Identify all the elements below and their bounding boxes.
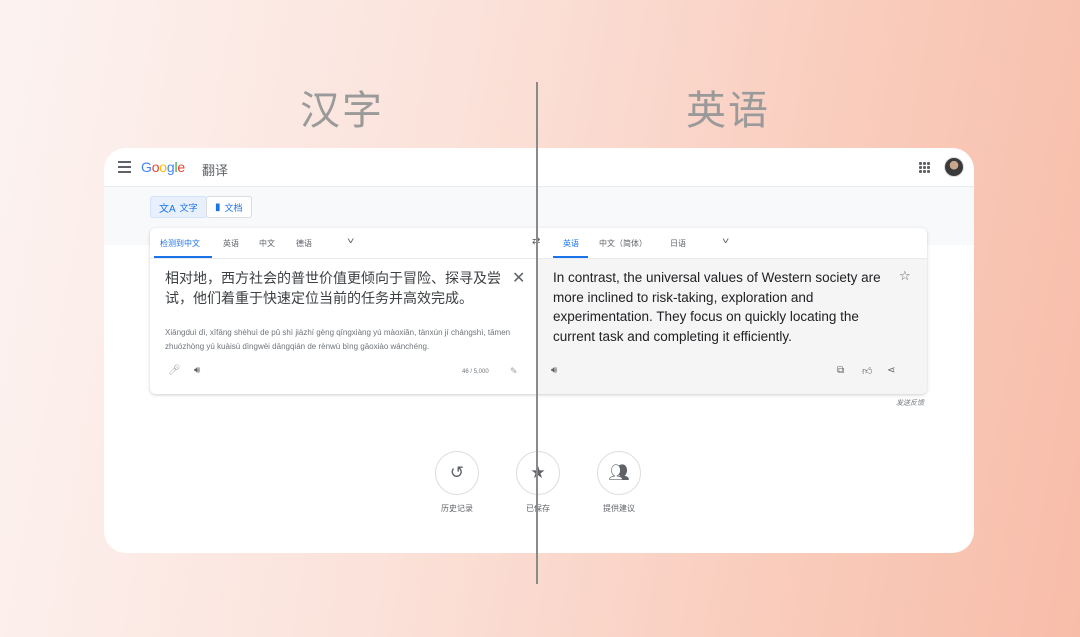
contribute-icon[interactable]: 👥︎ bbox=[597, 451, 641, 495]
tab-source-chinese[interactable]: 中文 bbox=[259, 238, 275, 249]
translate-window: Google 翻译 文A 文字 ▮ 文档 检测到中文 英语 中文 德语 ˅ ⇄ … bbox=[104, 148, 974, 553]
close-icon[interactable]: ✕ bbox=[512, 268, 525, 288]
source-pane: 相对地，西方社会的普世价值更倾向于冒险、探寻及尝试，他们着重于快速定位当前的任务… bbox=[150, 259, 537, 394]
mode-document-button[interactable]: ▮ 文档 bbox=[206, 196, 252, 218]
contribute-action[interactable]: 👥︎ 提供建议 bbox=[594, 451, 644, 514]
avatar[interactable] bbox=[944, 157, 964, 177]
target-tab-indicator bbox=[553, 256, 588, 258]
apps-icon[interactable] bbox=[919, 162, 930, 173]
caption-hanzi: 汉字 bbox=[300, 88, 384, 134]
saved-action[interactable]: ★ 已保存 bbox=[513, 451, 563, 514]
top-bar: Google 翻译 bbox=[104, 148, 974, 187]
source-tab-indicator bbox=[154, 256, 212, 258]
source-text-input[interactable]: 相对地，西方社会的普世价值更倾向于冒险、探寻及尝试，他们着重于快速定位当前的任务… bbox=[165, 268, 510, 308]
product-name: 翻译 bbox=[202, 163, 229, 178]
document-icon: ▮ bbox=[215, 201, 221, 213]
tab-target-english[interactable]: 英语 bbox=[563, 238, 579, 249]
character-count: 46 / 5,000 bbox=[462, 369, 489, 375]
tab-source-english[interactable]: 英语 bbox=[223, 238, 239, 249]
pencil-icon[interactable]: ✎ bbox=[510, 366, 518, 377]
tab-detect-chinese[interactable]: 检测到中文 bbox=[160, 238, 200, 249]
source-more-languages-chevron-icon[interactable]: ˅ bbox=[347, 236, 354, 246]
google-logo[interactable]: Google bbox=[141, 159, 185, 175]
history-action[interactable]: ↺ 历史记录 bbox=[432, 451, 482, 514]
menu-icon[interactable] bbox=[118, 161, 131, 173]
tab-target-chinese-simplified[interactable]: 中文（简体） bbox=[599, 238, 647, 249]
caption-english: 英语 bbox=[686, 88, 770, 134]
target-more-languages-chevron-icon[interactable]: ˅ bbox=[722, 236, 729, 246]
history-icon[interactable]: ↺ bbox=[435, 451, 479, 495]
pinyin-transliteration: Xiāngduì dì, xīfāng shèhuì de pǔ shì jià… bbox=[165, 328, 511, 351]
history-label: 历史记录 bbox=[441, 504, 473, 513]
microphone-icon[interactable]: 🎤︎ bbox=[168, 365, 181, 376]
share-icon[interactable]: ⋖ bbox=[887, 365, 895, 376]
star-icon[interactable]: ★ bbox=[516, 451, 560, 495]
target-pane: In contrast, the universal values of Wes… bbox=[537, 259, 927, 394]
translated-text: In contrast, the universal values of Wes… bbox=[553, 270, 881, 344]
tab-target-japanese[interactable]: 日语 bbox=[670, 238, 686, 249]
save-star-icon[interactable]: ☆ bbox=[899, 268, 911, 284]
translate-icon: 文A bbox=[159, 203, 176, 215]
source-speaker-icon[interactable]: 🔊︎ bbox=[194, 365, 200, 376]
tab-source-german[interactable]: 德语 bbox=[296, 238, 312, 249]
comparison-divider bbox=[536, 82, 538, 584]
rate-translation-icon[interactable]: 👍︎ bbox=[862, 365, 872, 377]
target-speaker-icon[interactable]: 🔊︎ bbox=[551, 365, 557, 376]
mode-text-button[interactable]: 文A 文字 bbox=[150, 196, 207, 218]
saved-label: 已保存 bbox=[526, 504, 550, 513]
language-bar: 检测到中文 英语 中文 德语 ˅ ⇄ 英语 中文（简体） 日语 ˅ bbox=[150, 228, 927, 259]
contribute-label: 提供建议 bbox=[603, 504, 635, 513]
copy-icon[interactable]: ⧉ bbox=[837, 365, 844, 376]
translation-panel: 检测到中文 英语 中文 德语 ˅ ⇄ 英语 中文（简体） 日语 ˅ 相对地，西方… bbox=[150, 228, 927, 394]
send-feedback-link[interactable]: 发送反馈 bbox=[896, 398, 924, 408]
